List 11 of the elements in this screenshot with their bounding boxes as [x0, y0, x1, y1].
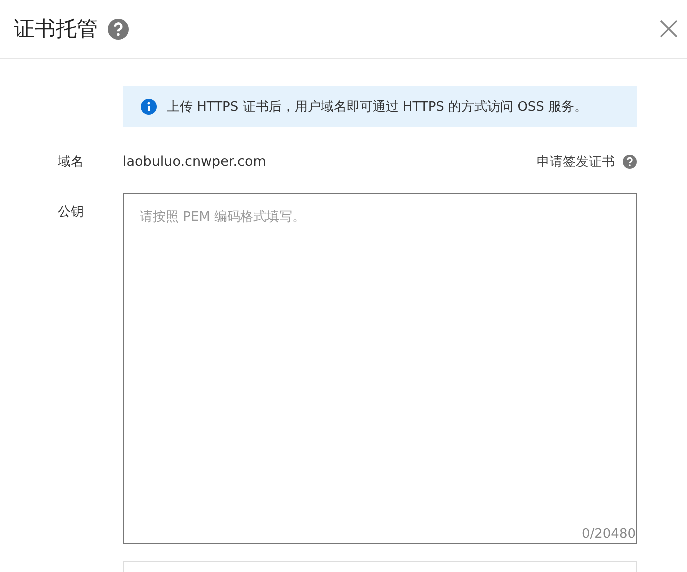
field-label: 域名 — [58, 154, 85, 171]
domain-value: laobuluo.cnwper.com — [123, 154, 266, 170]
character-counter: 0/20480 — [582, 527, 636, 542]
apply-certificate-link[interactable]: 申请签发证书 — [537, 153, 615, 171]
help-icon[interactable] — [623, 155, 637, 169]
field-label: 公钥 — [58, 204, 85, 221]
dialog-title: 证书托管 — [14, 16, 98, 43]
notice-text: 上传 HTTPS 证书后，用户域名即可通过 HTTPS 的方式访问 OSS 服务。 — [167, 98, 588, 116]
info-icon — [141, 98, 157, 114]
help-icon[interactable] — [108, 18, 129, 40]
input-field[interactable] — [123, 561, 637, 572]
